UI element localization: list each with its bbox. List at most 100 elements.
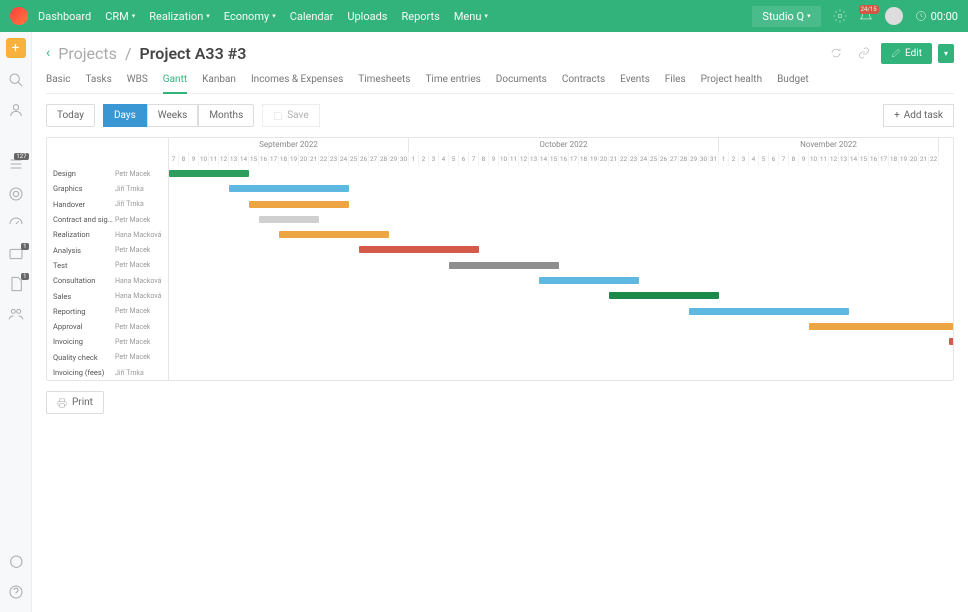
link-icon[interactable] [853,42,875,64]
chat-icon[interactable] [8,554,24,570]
task-owner: Hana Macková [115,231,161,239]
gantt-bar[interactable] [259,216,319,223]
person-icon[interactable] [8,102,24,118]
chevron-down-icon: ▾ [132,12,136,20]
task-row[interactable]: InvoicingPetr Macek [47,334,168,349]
task-row[interactable]: TestPetr Macek [47,258,168,273]
gantt-bar[interactable] [449,262,559,269]
day-header: 13 [839,152,849,166]
tab-basic[interactable]: Basic [46,70,71,93]
gantt-bar[interactable] [169,170,249,177]
tab-documents[interactable]: Documents [496,70,547,93]
search-icon[interactable] [8,72,24,88]
gantt-bar[interactable] [949,338,954,345]
month-header: September 2022 [169,138,409,152]
day-header: 16 [869,152,879,166]
tab-project-health[interactable]: Project health [701,70,762,93]
day-header: 16 [559,152,569,166]
tab-wbs[interactable]: WBS [127,70,148,93]
settings-icon[interactable] [833,9,847,23]
edit-dropdown[interactable]: ▾ [938,44,954,63]
days-button[interactable]: Days [103,104,147,127]
task-name: Realization [53,230,115,239]
gantt-bar[interactable] [229,185,349,192]
breadcrumb-projects[interactable]: Projects [58,44,117,63]
gantt-bar[interactable] [609,292,719,299]
tab-kanban[interactable]: Kanban [202,70,236,93]
day-header: 4 [439,152,449,166]
add-button[interactable]: + [6,38,26,58]
refresh-icon[interactable] [825,42,847,64]
task-row[interactable]: GraphicsJiří Trnka [47,181,168,196]
topbar: Dashboard CRM▾ Realization▾ Economy▾ Cal… [0,0,968,32]
folder-icon[interactable]: 1 [8,246,24,262]
add-task-button[interactable]: +Add task [883,104,954,127]
day-header: 14 [539,152,549,166]
day-header: 14 [849,152,859,166]
nav-economy[interactable]: Economy▾ [224,10,276,23]
help-icon[interactable] [8,584,24,600]
gantt-bar[interactable] [689,308,849,315]
nav-dashboard[interactable]: Dashboard [38,10,91,23]
gantt-bar[interactable] [249,201,349,208]
gantt-row [169,334,953,349]
day-header: 29 [689,152,699,166]
day-header: 1 [409,152,419,166]
save-button[interactable]: Save [262,104,319,127]
tab-budget[interactable]: Budget [777,70,809,93]
edit-button[interactable]: Edit [881,43,932,64]
nav-menu[interactable]: Menu▾ [454,10,488,23]
day-header: 22 [619,152,629,166]
tab-tasks[interactable]: Tasks [86,70,112,93]
nav-crm[interactable]: CRM▾ [105,10,135,23]
task-row[interactable]: ConsultationHana Macková [47,273,168,288]
task-row[interactable]: DesignPetr Macek [47,166,168,181]
tab-events[interactable]: Events [620,70,650,93]
bell-icon[interactable]: 24/15 [859,9,873,23]
avatar[interactable] [885,7,903,25]
today-button[interactable]: Today [46,104,95,127]
back-button[interactable]: ‹ [46,45,50,61]
gauge-icon[interactable] [8,216,24,232]
people-icon[interactable] [8,306,24,322]
task-row[interactable]: SalesHana Macková [47,288,168,303]
task-row[interactable]: ReportingPetr Macek [47,304,168,319]
gantt-bar[interactable] [809,323,954,330]
timer[interactable]: 00:00 [915,10,958,23]
target-icon[interactable] [8,186,24,202]
weeks-button[interactable]: Weeks [147,104,199,127]
task-row[interactable]: Invoicing (fees)Jiří Trnka [47,365,168,380]
workspace-switcher[interactable]: Studio Q ▾ [752,6,820,27]
tab-time-entries[interactable]: Time entries [425,70,480,93]
task-row[interactable]: RealizationHana Macková [47,227,168,242]
tab-contracts[interactable]: Contracts [562,70,605,93]
day-header: 20 [599,152,609,166]
tab-incomes-expenses[interactable]: Incomes & Expenses [251,70,343,93]
gantt-bar[interactable] [539,277,639,284]
gantt-row [169,319,953,334]
app-logo[interactable] [10,7,28,25]
months-button[interactable]: Months [198,104,254,127]
nav-realization[interactable]: Realization▾ [149,10,210,23]
nav-reports[interactable]: Reports [401,10,439,23]
task-row[interactable]: Quality checkPetr Macek [47,350,168,365]
tab-timesheets[interactable]: Timesheets [358,70,410,93]
task-name: Quality check [53,353,115,362]
day-header: 2 [729,152,739,166]
day-header: 27 [369,152,379,166]
task-row[interactable]: HandoverJiří Trnka [47,197,168,212]
day-header: 24 [639,152,649,166]
nav-uploads[interactable]: Uploads [347,10,387,23]
tab-files[interactable]: Files [665,70,686,93]
gantt-bar[interactable] [279,231,389,238]
print-button[interactable]: Print [46,391,104,414]
nav-calendar[interactable]: Calendar [290,10,334,23]
gantt-bar[interactable] [359,246,479,253]
document-icon[interactable]: 1 [8,276,24,292]
list-icon[interactable]: 127 [8,156,24,172]
task-row[interactable]: Contract and signaturePetr Macek [47,212,168,227]
tab-gantt[interactable]: Gantt [163,70,187,94]
task-row[interactable]: AnalysisPetr Macek [47,242,168,257]
gantt-chart: September 2022October 2022November 2022 … [46,137,954,381]
task-row[interactable]: ApprovalPetr Macek [47,319,168,334]
